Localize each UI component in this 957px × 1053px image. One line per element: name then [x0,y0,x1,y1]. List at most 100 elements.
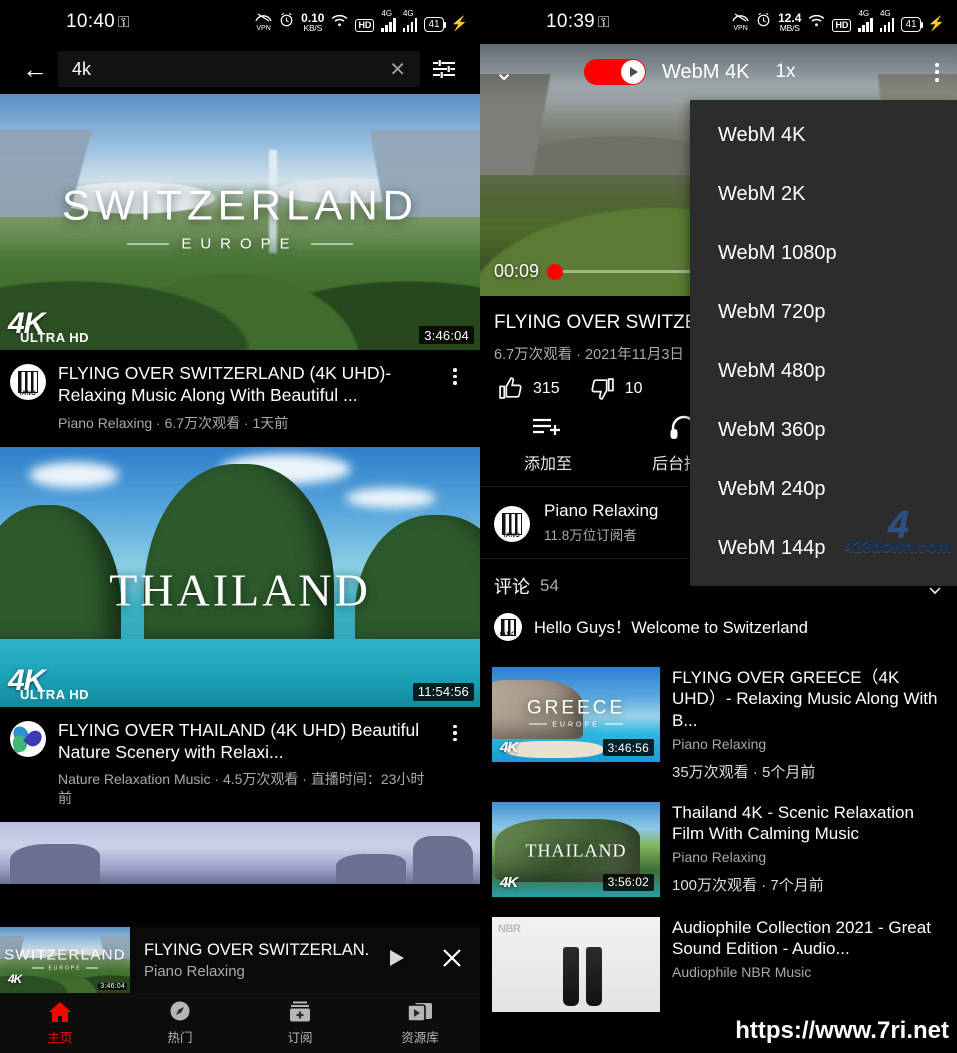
thumbnail-title: THAILAND [0,563,480,616]
wifi-icon [331,12,348,32]
avatar[interactable]: IANO [494,506,530,542]
charging-icon: ⚡ [928,15,945,32]
signal-sim1-icon: 4G [381,18,396,32]
alarm-icon [279,12,294,32]
vpn-icon: VPN [732,12,749,32]
video-thumbnail-partial[interactable] [0,822,480,884]
back-arrow-icon[interactable]: ← [12,56,58,82]
quality-button[interactable]: WebM 4K [662,61,749,84]
subscriptions-icon [287,1000,313,1024]
avatar[interactable]: IANO [494,613,522,641]
nbr-logo-icon: NBR [498,923,520,935]
speed-unit: MB/S [778,24,801,33]
search-input[interactable]: 4k ✕ [58,51,420,87]
related-video-title: FLYING OVER GREECE（4K UHD）- Relaxing Mus… [672,667,945,731]
more-vertical-icon[interactable] [442,719,468,809]
dual-screenshot-container: 10:40 ⚿ VPN 0.10 KB/S HD [0,0,957,1053]
like-button[interactable]: 315 [498,376,560,401]
more-vertical-icon[interactable] [442,362,468,433]
status-icons: VPN 12.4 MB/S HD 4G 4G [732,12,945,33]
video-meta: Nature Relaxation Music · 4.5万次观看 · 直播时间… [58,770,438,808]
alarm-icon [756,12,771,32]
network-speed: 0.10 KB/S [301,12,324,33]
thumbnail-overlay-text: GREECE EUROPE [492,697,660,728]
related-video-views: 35万次观看 · 5个月前 [672,761,945,782]
video-list-item[interactable]: IANO FLYING OVER SWITZERLAND (4K UHD)- R… [0,350,480,447]
nav-item-trending[interactable]: 热门 [120,1000,240,1046]
nav-item-home[interactable]: 主页 [0,1000,120,1046]
nav-label: 资源库 [401,1027,439,1046]
related-video-views: 100万次观看 · 7个月前 [672,874,945,895]
mini-player-thumbnail[interactable]: SWITZERLAND EUROPE 4K 3:46:04 [0,927,130,993]
comment-text: Hello Guys！Welcome to Switzerland [534,614,808,638]
play-icon[interactable] [368,946,424,975]
menu-item-webm-2k[interactable]: WebM 2K [690,165,957,224]
mini-player-info: FLYING OVER SWITZERLAN.. Piano Relaxing [130,941,368,980]
thumbnail-overlay-text: SWITZERLAND EUROPE [0,946,130,971]
progress-handle[interactable] [547,264,563,280]
thumbnail-subtitle: EUROPE [0,965,130,971]
channel-name: Piano Relaxing [544,501,658,521]
uhd-badge: 4K [500,876,517,891]
status-icons: VPN 0.10 KB/S HD 4G 4G [255,12,468,33]
video-thumbnail-thailand-small[interactable]: THAILAND 4K 3:56:02 [492,802,660,897]
action-label: 添加至 [524,450,572,474]
avatar[interactable] [10,721,46,757]
signal-sim2-icon: 4G [403,18,418,32]
related-video-item[interactable]: THAILAND 4K 3:56:02 Thailand 4K - Scenic… [480,792,957,907]
watermark-423down: 4 423down.com [844,506,951,555]
menu-item-webm-480p[interactable]: WebM 480p [690,342,957,401]
video-title: FLYING OVER THAILAND (4K UHD) Beautiful … [58,719,438,764]
more-vertical-icon[interactable] [935,63,943,82]
related-videos: GREECE EUROPE 4K 3:46:56 FLYING OVER GRE… [480,655,957,1022]
mini-player[interactable]: SWITZERLAND EUROPE 4K 3:46:04 FLYING OVE… [0,927,480,993]
right-status-bar: 10:39 ⚿ VPN 12.4 MB/S HD [480,0,957,44]
related-video-channel: Audiophile NBR Music [672,964,945,980]
mini-player-title: FLYING OVER SWITZERLAN.. [144,941,368,960]
thumbnail-subtitle: EUROPE [492,721,660,728]
nav-item-subscriptions[interactable]: 订阅 [240,1000,360,1046]
related-video-item[interactable]: NBR Audiophile Collection 2021 - Great S… [480,907,957,1022]
comments-count: 54 [540,576,559,596]
video-thumbnail-greece[interactable]: GREECE EUROPE 4K 3:46:56 [492,667,660,762]
close-icon[interactable] [424,946,480,975]
playback-speed-button[interactable]: 1x [775,61,795,83]
watermark-7ri: https://www.7ri.net [735,1017,949,1045]
comment-row[interactable]: IANO Hello Guys！Welcome to Switzerland [480,599,957,655]
dislike-button[interactable]: 10 [590,376,643,401]
autoplay-toggle[interactable] [584,59,646,85]
left-status-bar: 10:40 ⚿ VPN 0.10 KB/S HD [0,0,480,44]
speed-value: 0.10 [301,12,324,24]
nav-label: 主页 [47,1027,72,1046]
thumbnail-subtitle: EUROPE [0,235,480,252]
thumbnail-title: GREECE [492,697,660,719]
video-duration: 3:56:02 [603,874,654,891]
chevron-down-icon[interactable]: ⌄ [494,58,546,87]
related-video-title: Audiophile Collection 2021 - Great Sound… [672,917,945,960]
charging-icon: ⚡ [451,15,468,32]
thumbnail-overlay-text: SWITZERLAND EUROPE [0,181,480,252]
menu-item-webm-4k[interactable]: WebM 4K [690,106,957,165]
menu-item-webm-360p[interactable]: WebM 360p [690,401,957,460]
menu-item-webm-1080p[interactable]: WebM 1080p [690,224,957,283]
video-thumbnail-thailand[interactable]: THAILAND 4K ULTRA HD 11:54:56 [0,447,480,707]
add-to-playlist-button[interactable]: 添加至 [480,415,616,474]
nav-item-library[interactable]: 资源库 [360,1000,480,1046]
thumbs-up-icon [498,376,523,401]
video-thumbnail-audiophile[interactable]: NBR [492,917,660,1012]
dislike-count: 10 [625,380,643,398]
related-video-title: Thailand 4K - Scenic Relaxation Film Wit… [672,802,945,845]
uhd-badge: 4K [8,972,21,987]
filter-icon[interactable] [420,58,468,80]
menu-item-webm-720p[interactable]: WebM 720p [690,283,957,342]
close-icon[interactable]: ✕ [385,57,410,82]
current-time: 00:09 [494,261,539,282]
avatar[interactable]: IANO [10,364,46,400]
hd-icon: HD [832,19,851,32]
key-icon: ⚿ [598,14,609,31]
status-time: 10:40 [66,11,115,33]
video-list-item[interactable]: FLYING OVER THAILAND (4K UHD) Beautiful … [0,707,480,823]
video-thumbnail-switzerland[interactable]: SWITZERLAND EUROPE 4K ULTRA HD 3:46:04 [0,94,480,350]
related-video-item[interactable]: GREECE EUROPE 4K 3:46:56 FLYING OVER GRE… [480,657,957,792]
video-meta: Piano Relaxing · 6.7万次观看 · 1天前 [58,414,438,433]
